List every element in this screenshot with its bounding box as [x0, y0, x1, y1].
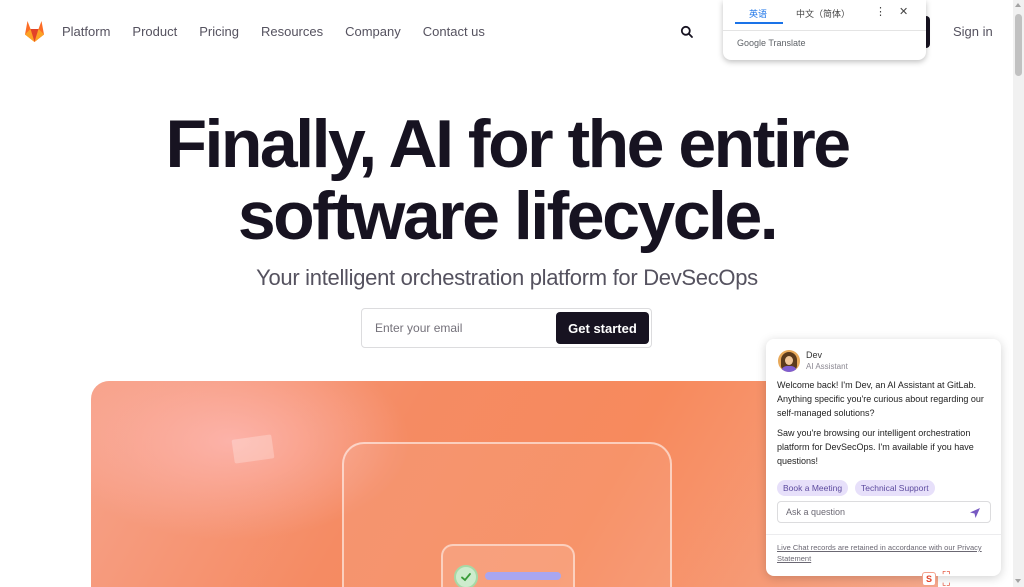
chat-agent-role: AI Assistant	[806, 362, 848, 371]
page-scrollbar[interactable]	[1013, 0, 1024, 587]
scroll-down-arrow-icon[interactable]	[1015, 579, 1021, 583]
search-icon[interactable]	[680, 25, 694, 39]
email-input[interactable]	[362, 309, 556, 347]
ask-question-input[interactable]	[778, 502, 962, 522]
check-icon	[454, 565, 478, 587]
translate-tab-indicator	[735, 22, 783, 24]
google-translate-brand: Google Translate	[737, 38, 806, 48]
hero-subtitle: Your intelligent orchestration platform …	[256, 265, 758, 290]
get-started-button[interactable]: Get started	[556, 312, 649, 344]
signup-form: Get started	[361, 308, 652, 348]
chat-input-box	[777, 501, 991, 523]
chat-message: Welcome back! I'm Dev, an AI Assistant a…	[777, 380, 984, 418]
sign-in-link[interactable]: Sign in	[953, 24, 993, 39]
hero-title: Finally, AI for the entire software life…	[0, 108, 1014, 252]
divider	[766, 534, 1001, 535]
illustration-progress-bar	[485, 572, 561, 580]
nav-item-pricing[interactable]: Pricing	[199, 24, 239, 39]
more-vertical-icon[interactable]: ⋮	[875, 5, 886, 18]
technical-support-chip[interactable]: Technical Support	[855, 480, 935, 496]
hero-title-line-1: Finally, AI for the entire	[165, 106, 851, 182]
scroll-up-arrow-icon[interactable]	[1015, 3, 1021, 7]
privacy-statement-link[interactable]: Live Chat records are retained in accord…	[777, 542, 991, 564]
ai-chat-widget: Dev AI Assistant Welcome back! I'm Dev, …	[766, 339, 1001, 576]
nav-item-resources[interactable]: Resources	[261, 24, 323, 39]
close-icon[interactable]: ✕	[899, 5, 908, 18]
scrollbar-thumb[interactable]	[1015, 14, 1022, 76]
expand-icon[interactable]: ⌜⌝ ⌞⌟	[942, 571, 952, 587]
chat-message: Saw you're browsing our intelligent orch…	[777, 428, 974, 466]
nav-item-company[interactable]: Company	[345, 24, 401, 39]
nav-item-platform[interactable]: Platform	[62, 24, 110, 39]
chat-agent-name: Dev	[806, 350, 823, 360]
nav-links: Platform Product Pricing Resources Compa…	[62, 24, 507, 39]
avatar	[778, 350, 800, 372]
translate-tab-source[interactable]: 英语	[749, 7, 767, 20]
divider	[723, 30, 926, 31]
gitlab-logo-icon[interactable]	[22, 19, 47, 43]
send-icon[interactable]	[969, 506, 981, 518]
book-meeting-chip[interactable]: Book a Meeting	[777, 480, 849, 496]
nav-item-product[interactable]: Product	[132, 24, 177, 39]
chat-launcher-tools: S ⌜⌝ ⌞⌟	[922, 571, 962, 587]
translate-popup: 英语 中文（简体） ⋮ ✕ Google Translate	[723, 0, 926, 60]
chat-launcher-icon[interactable]: S	[922, 572, 936, 586]
translate-tab-target[interactable]: 中文（简体）	[796, 7, 850, 20]
hero-title-line-2: software lifecycle.	[237, 178, 779, 254]
nav-item-contact-us[interactable]: Contact us	[423, 24, 485, 39]
